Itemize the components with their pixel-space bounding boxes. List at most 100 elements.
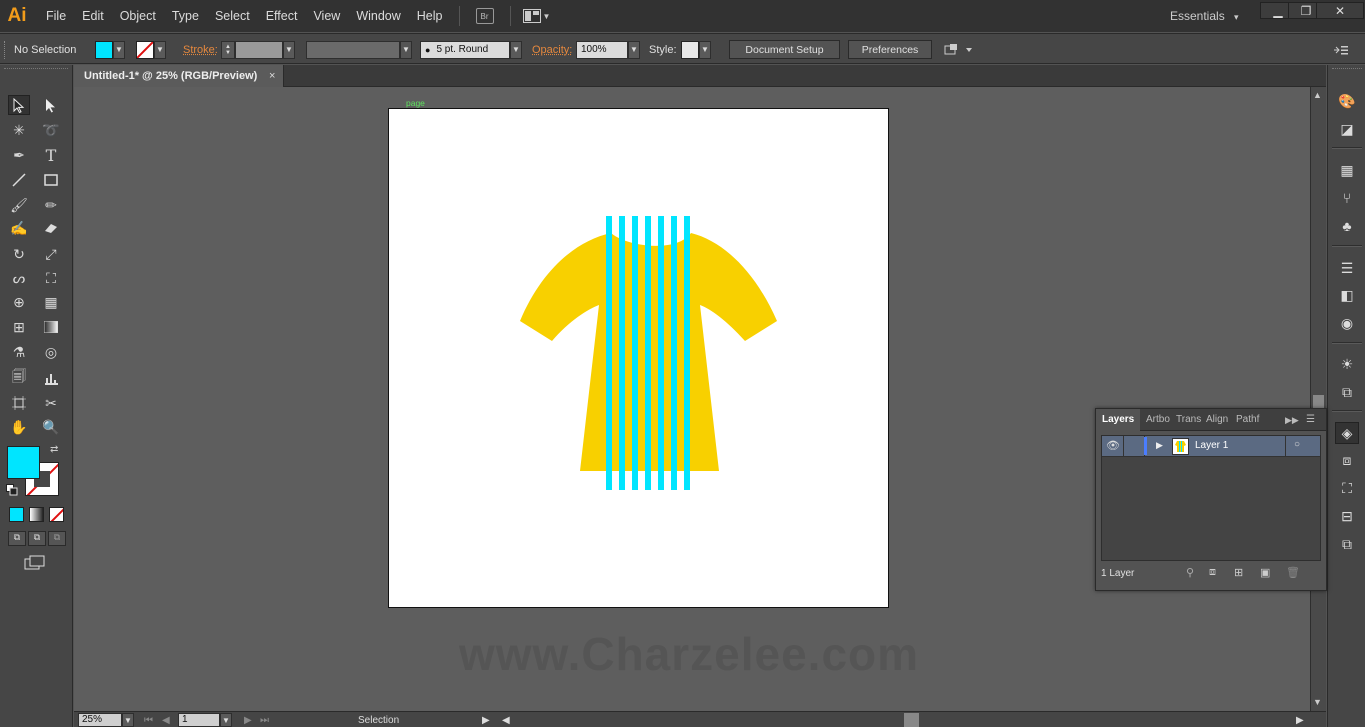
- tab-pathfinder[interactable]: Pathf: [1236, 409, 1259, 431]
- artwork[interactable]: [389, 109, 888, 607]
- new-sublayer-icon[interactable]: ⊞: [1234, 566, 1243, 579]
- stripe[interactable]: [606, 216, 612, 490]
- warp-tool-icon[interactable]: ᔕ: [8, 268, 30, 288]
- stroke-none-swatch[interactable]: [136, 40, 154, 59]
- artboards-panel-icon[interactable]: ⧈: [1337, 451, 1357, 469]
- previous-artboard-icon[interactable]: ◀: [162, 713, 170, 727]
- selection-tool-icon[interactable]: [8, 95, 30, 115]
- preferences-button[interactable]: Preferences: [848, 40, 932, 59]
- magic-wand-tool-icon[interactable]: ✳: [8, 120, 30, 140]
- layer-name[interactable]: Layer 1: [1195, 440, 1228, 451]
- paintbrush-tool-icon[interactable]: 🖌: [8, 195, 30, 215]
- direct-selection-tool-icon[interactable]: [40, 95, 62, 115]
- align-panel-icon[interactable]: ⊟: [1337, 507, 1357, 525]
- brush-definition-control[interactable]: ● 5 pt. Round ▼: [420, 34, 522, 65]
- chevron-down-icon[interactable]: ▼: [510, 40, 522, 59]
- stripe[interactable]: [632, 216, 638, 490]
- fill-color-control[interactable]: ▼: [95, 34, 125, 65]
- appearance-icon[interactable]: ☀: [1337, 355, 1357, 373]
- menu-type[interactable]: Type: [164, 0, 207, 32]
- none-mode-button[interactable]: [49, 507, 64, 522]
- menu-help[interactable]: Help: [409, 0, 451, 32]
- variable-width-field[interactable]: [306, 40, 400, 59]
- status-menu-arrow-icon[interactable]: ▶: [482, 713, 490, 727]
- mesh-tool-icon[interactable]: ⊞: [8, 317, 30, 337]
- artboard-number-field[interactable]: 1: [178, 713, 220, 727]
- chevron-down-icon[interactable]: ▼: [122, 713, 134, 727]
- next-artboard-icon[interactable]: ▶: [244, 713, 252, 727]
- bridge-icon[interactable]: Br: [475, 8, 494, 24]
- blob-brush-tool-icon[interactable]: ✍: [8, 218, 30, 238]
- stroke-panel-icon[interactable]: ☰: [1337, 259, 1357, 277]
- document-setup-button[interactable]: Document Setup: [729, 40, 840, 59]
- transform-panel-icon[interactable]: ⛶: [1337, 479, 1357, 497]
- graphic-styles-icon[interactable]: ⧉: [1337, 383, 1357, 401]
- workspace-switcher[interactable]: Essentials ▾: [1170, 0, 1239, 32]
- opacity-label[interactable]: Opacity:: [532, 34, 572, 65]
- rectangle-tool-icon[interactable]: [40, 170, 62, 190]
- delete-icon[interactable]: 🗑: [1286, 566, 1300, 579]
- visibility-eye-icon[interactable]: 👁: [1106, 439, 1120, 452]
- line-tool-icon[interactable]: [8, 170, 30, 190]
- style-swatch[interactable]: [681, 40, 699, 59]
- column-graph-tool-icon[interactable]: [40, 368, 62, 388]
- default-colors-icon[interactable]: [6, 484, 18, 496]
- artboard-tool-icon[interactable]: [8, 393, 30, 413]
- document-tab[interactable]: Untitled-1* @ 25% (RGB/Preview): [74, 65, 284, 87]
- panel-grip[interactable]: [4, 68, 68, 72]
- symbol-sprayer-tool-icon[interactable]: 🗐: [8, 368, 30, 388]
- zoom-tool-icon[interactable]: 🔍: [40, 417, 62, 437]
- pathfinder-icon[interactable]: ⧉: [1337, 535, 1357, 553]
- gradient-tool-icon[interactable]: [40, 317, 62, 337]
- current-tool-status[interactable]: Selection: [358, 713, 399, 727]
- locate-object-icon[interactable]: ⚲: [1186, 566, 1194, 579]
- new-layer-icon[interactable]: ▣: [1260, 566, 1270, 579]
- arrange-documents-icon[interactable]: ▼: [522, 9, 550, 23]
- swap-colors-icon[interactable]: ⇄: [50, 444, 58, 455]
- stroke-label[interactable]: Stroke:: [183, 34, 218, 65]
- chevron-down-icon[interactable]: ▼: [699, 40, 711, 59]
- collapse-panel-icon[interactable]: ▶▶: [1285, 409, 1299, 431]
- artboard[interactable]: [388, 108, 889, 608]
- chevron-down-icon[interactable]: ▼: [220, 713, 232, 727]
- scroll-up-icon[interactable]: ▲: [1313, 90, 1322, 100]
- chevron-down-icon[interactable]: ▼: [113, 40, 125, 59]
- shape-builder-tool-icon[interactable]: ⊕: [8, 292, 30, 312]
- scale-tool-icon[interactable]: ⤢: [40, 244, 62, 264]
- panel-menu-icon[interactable]: [1334, 34, 1348, 65]
- lock-toggle-cell[interactable]: [1123, 436, 1145, 456]
- type-tool-icon[interactable]: T: [40, 145, 62, 165]
- menu-edit[interactable]: Edit: [74, 0, 112, 32]
- rotate-tool-icon[interactable]: ↻: [8, 244, 30, 264]
- lasso-tool-icon[interactable]: ➰: [40, 120, 62, 140]
- slice-tool-icon[interactable]: ✂: [40, 393, 62, 413]
- hand-tool-icon[interactable]: ✋: [8, 417, 30, 437]
- menu-object[interactable]: Object: [112, 0, 164, 32]
- scroll-left-icon[interactable]: ◀: [502, 713, 510, 727]
- layer-row[interactable]: 👁 ▶ Layer 1 ○: [1102, 436, 1320, 457]
- tab-transform[interactable]: Trans: [1176, 409, 1201, 431]
- color-guide-icon[interactable]: ◪: [1337, 120, 1357, 138]
- scroll-right-icon[interactable]: ▶: [1296, 713, 1304, 727]
- make-clipping-mask-icon[interactable]: ⧈: [1209, 566, 1216, 579]
- stroke-color-control[interactable]: ▼: [136, 34, 166, 65]
- blend-tool-icon[interactable]: ◎: [40, 342, 62, 362]
- tab-align[interactable]: Align: [1206, 409, 1228, 431]
- transparency-icon[interactable]: ◉: [1337, 314, 1357, 332]
- last-artboard-icon[interactable]: ⏭: [260, 713, 269, 727]
- close-tab-icon[interactable]: ×: [269, 65, 275, 87]
- close-window-button[interactable]: ✕: [1316, 2, 1364, 19]
- color-panel-icon[interactable]: 🎨: [1337, 92, 1357, 110]
- panel-menu-icon[interactable]: ☰: [1306, 409, 1315, 431]
- chevron-down-icon[interactable]: ▼: [154, 40, 166, 59]
- stripe[interactable]: [684, 216, 690, 490]
- eraser-tool-icon[interactable]: [40, 218, 62, 238]
- perspective-grid-tool-icon[interactable]: ▦: [40, 292, 62, 312]
- tab-layers[interactable]: Layers: [1096, 409, 1140, 431]
- opacity-field[interactable]: 100%: [576, 40, 628, 59]
- menu-select[interactable]: Select: [207, 0, 258, 32]
- tab-artboards[interactable]: Artbo: [1146, 409, 1170, 431]
- stroke-weight-field[interactable]: [235, 40, 283, 59]
- stripe[interactable]: [619, 216, 625, 490]
- arrange-icon[interactable]: [944, 34, 974, 65]
